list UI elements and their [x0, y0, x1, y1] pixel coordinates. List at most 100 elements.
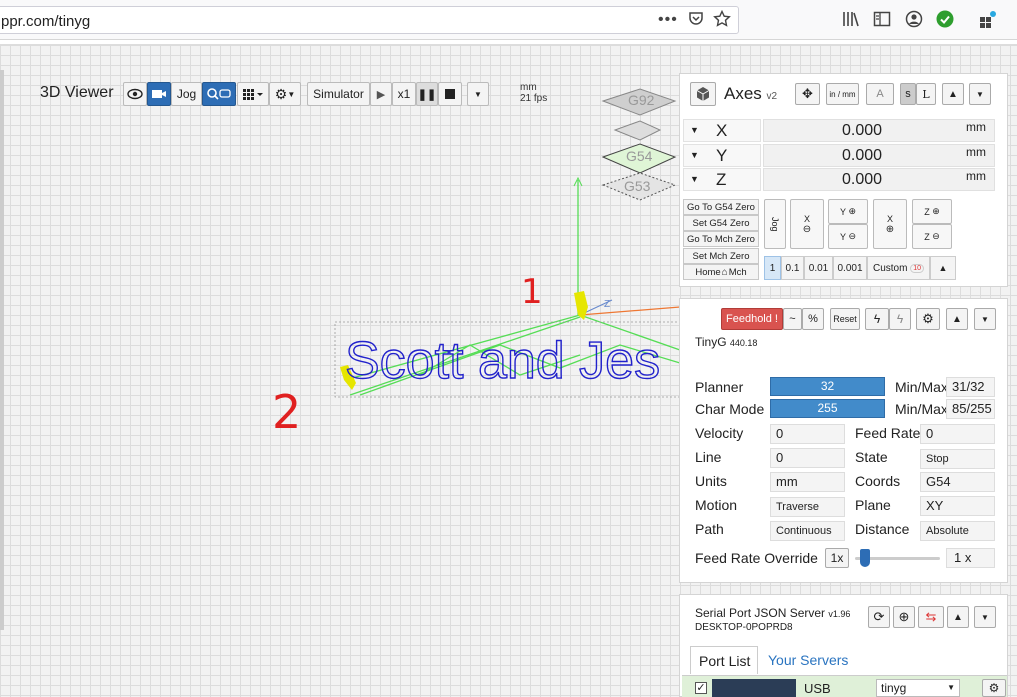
- ellipsis-icon[interactable]: •••: [658, 10, 678, 30]
- jog-toggle-button[interactable]: Jog: [764, 199, 786, 249]
- goto-g54-zero-button[interactable]: Go To G54 Zero: [683, 199, 759, 215]
- set-g54-zero-button[interactable]: Set G54 Zero: [683, 215, 759, 231]
- mch-label: Mch: [728, 266, 747, 278]
- jog-y-plus-button[interactable]: Y ⊕: [828, 199, 868, 224]
- override-preset-button[interactable]: 1x: [825, 548, 849, 568]
- axes-collapse-button[interactable]: ▲: [942, 83, 964, 105]
- step-collapse-button[interactable]: ▲: [930, 256, 956, 280]
- jog-button[interactable]: Jog: [171, 82, 202, 106]
- crosshair-button[interactable]: ✥: [795, 83, 820, 105]
- axis-x-dropdown[interactable]: ▼ X: [683, 119, 761, 142]
- tab-your-servers[interactable]: Your Servers: [768, 652, 848, 668]
- chevron-up-icon: ▲: [948, 88, 958, 100]
- cube-icon: [696, 87, 710, 101]
- gear-icon: ⚙: [274, 85, 288, 102]
- tinyg-collapse-button[interactable]: ▲: [946, 308, 968, 330]
- port-settings-button[interactable]: ⚙: [982, 679, 1006, 697]
- spjs-title: Serial Port JSON Server v1.96: [695, 606, 850, 620]
- tinyg-menu-button[interactable]: ▼: [974, 308, 996, 330]
- step-custom-button[interactable]: Custom 10: [867, 256, 930, 280]
- url-bar[interactable]: ppr.com/tinyg: [0, 6, 739, 34]
- step-0-01-button[interactable]: 0.01: [804, 256, 833, 280]
- override-slider-thumb[interactable]: [860, 549, 871, 567]
- simulator-button[interactable]: Simulator: [307, 82, 370, 106]
- caret-down-icon: ▼: [690, 125, 699, 135]
- axes-menu-button[interactable]: ▼: [969, 83, 991, 105]
- star-icon[interactable]: [713, 9, 731, 33]
- refresh-icon: ⟳: [873, 609, 885, 624]
- extensions-icon[interactable]: [978, 10, 998, 35]
- axis-x-readout[interactable]: 0.000 mm: [763, 119, 995, 142]
- spjs-collapse-button[interactable]: ▲: [947, 606, 969, 628]
- lightning-off-button[interactable]: ϟ: [889, 308, 911, 330]
- axes-widget-button[interactable]: [690, 82, 716, 106]
- play-button[interactable]: ▶: [370, 82, 392, 106]
- jog-x-plus-button[interactable]: X ⊕: [873, 199, 907, 249]
- spjs-version: v1.96: [828, 609, 851, 619]
- step-0-1-button[interactable]: 0.1: [781, 256, 804, 280]
- axis-z-dropdown[interactable]: ▼ Z: [683, 168, 761, 191]
- line-value: 0: [770, 448, 845, 468]
- set-mch-zero-button[interactable]: Set Mch Zero: [683, 248, 759, 264]
- home-mch-button[interactable]: Home ⌂ Mch: [683, 264, 759, 280]
- s-toggle-button[interactable]: s: [900, 83, 916, 105]
- goto-mch-zero-button[interactable]: Go To Mch Zero: [683, 231, 759, 247]
- workspace-g92: G92: [628, 92, 655, 108]
- lightning-off-icon: ϟ: [896, 312, 904, 326]
- sidebar-icon[interactable]: [873, 10, 891, 33]
- spjs-refresh-button[interactable]: ⟳: [868, 606, 890, 628]
- library-icon[interactable]: [842, 10, 860, 33]
- distance-value: Absolute: [920, 521, 995, 541]
- axis-y-readout[interactable]: 0.000 mm: [763, 144, 995, 167]
- queue-flush-button[interactable]: %: [802, 308, 824, 330]
- speed-button[interactable]: x1: [392, 82, 416, 106]
- viewer-dropdown-button[interactable]: ▼: [467, 82, 489, 106]
- lightning-button[interactable]: ϟ: [865, 308, 889, 330]
- jog-mode-button[interactable]: [202, 82, 236, 106]
- font-button[interactable]: A: [866, 83, 894, 105]
- viewer-units: mm: [520, 82, 537, 93]
- eye-button[interactable]: [123, 82, 147, 106]
- pause-button[interactable]: ❚❚: [416, 82, 438, 106]
- spjs-menu-button[interactable]: ▼: [974, 606, 996, 628]
- checkmark-icon[interactable]: [936, 10, 954, 33]
- l-toggle-button[interactable]: L: [916, 83, 936, 105]
- resume-button[interactable]: ~: [783, 308, 802, 330]
- planner-minmax-label: Min/Max: [895, 379, 948, 395]
- in-mm-button[interactable]: in / mm: [826, 83, 859, 105]
- account-icon[interactable]: [905, 10, 923, 33]
- axis-y-dropdown[interactable]: ▼ Y: [683, 144, 761, 167]
- workspace-stack: G92 G54 G53: [601, 88, 677, 201]
- axes-title-text: Axes: [724, 84, 762, 103]
- jog-z-plus-label: Z: [924, 206, 930, 217]
- axis-z-readout[interactable]: 0.000 mm: [763, 168, 995, 191]
- tinyg-version: 440.18: [729, 338, 758, 348]
- spjs-add-button[interactable]: ⊕: [893, 606, 915, 628]
- plane-label: Plane: [855, 497, 891, 513]
- jog-x-minus-button[interactable]: X ⊖: [790, 199, 824, 249]
- tinyg-settings-button[interactable]: ⚙: [916, 308, 940, 330]
- tab-port-list[interactable]: Port List: [690, 646, 758, 674]
- camera-button[interactable]: [147, 82, 171, 106]
- pocket-icon[interactable]: [688, 10, 704, 31]
- axes-version: v2: [766, 91, 778, 102]
- jog-y-minus-button[interactable]: Y ⊖: [828, 224, 868, 249]
- step-0-001-button[interactable]: 0.001: [833, 256, 867, 280]
- port-type-select[interactable]: tinyg ▼: [876, 679, 960, 697]
- tinyg-name: TinyG: [695, 335, 727, 349]
- feedhold-button[interactable]: Feedhold !: [721, 308, 783, 330]
- jog-z-plus-button[interactable]: Z ⊕: [912, 199, 952, 224]
- video-camera-icon: [152, 90, 166, 98]
- stop-button[interactable]: [438, 82, 462, 106]
- port-checkbox[interactable]: ✓: [695, 682, 707, 694]
- spjs-host: DESKTOP-0POPRD8: [695, 622, 793, 633]
- lightning-icon: ϟ: [873, 312, 881, 326]
- distance-label: Distance: [855, 521, 910, 537]
- settings-menu-button[interactable]: ⚙ ▼: [269, 82, 301, 106]
- step-1-button[interactable]: 1: [764, 256, 781, 280]
- grid-menu-button[interactable]: [237, 82, 269, 106]
- units-value: mm: [770, 472, 845, 492]
- spjs-reconnect-button[interactable]: ⇆: [918, 606, 944, 628]
- reset-button[interactable]: Reset: [830, 308, 860, 330]
- jog-z-minus-button[interactable]: Z ⊖: [912, 224, 952, 249]
